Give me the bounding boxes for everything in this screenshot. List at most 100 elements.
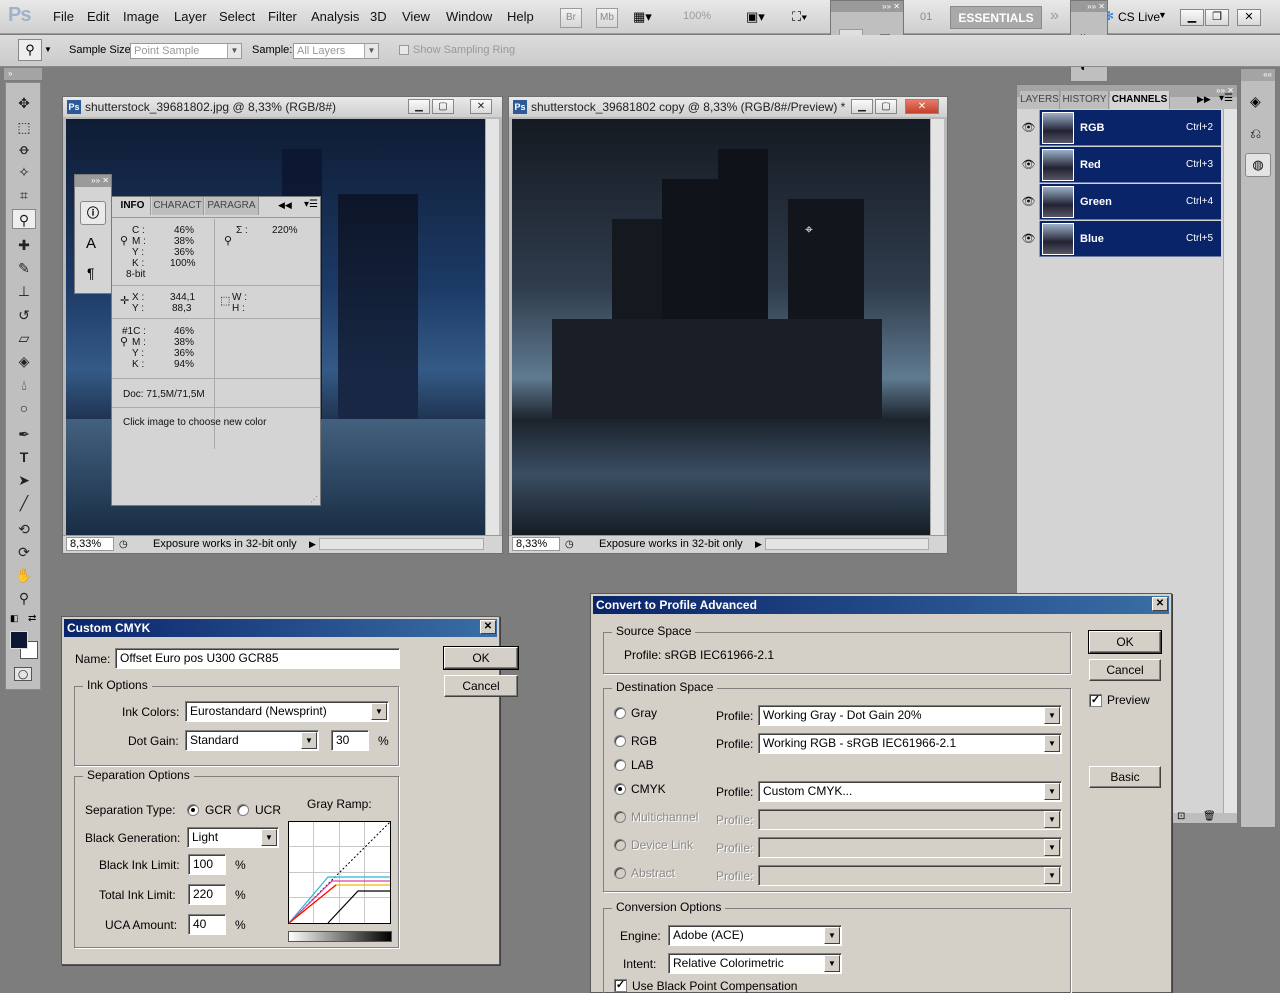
rgb-profile-select[interactable]: Working RGB - sRGB IEC61966-2.1 ▼: [758, 733, 1062, 754]
dot-gain-select[interactable]: Standard ▼: [185, 730, 319, 751]
panel-collapse-icon[interactable]: »» ✕: [1071, 1, 1107, 12]
brush-tool-icon[interactable]: ✎: [12, 258, 36, 278]
doc-close-button[interactable]: ✕: [905, 99, 939, 114]
quick-mask-icon[interactable]: ◯: [14, 667, 32, 681]
clone-stamp-tool-icon[interactable]: ⊥: [12, 281, 36, 301]
eye-icon[interactable]: 👁︎: [1018, 184, 1040, 220]
panel-collapse-arrows-icon[interactable]: ◀◀: [278, 200, 292, 211]
device-link-radio[interactable]: [614, 839, 626, 851]
cmyk-radio[interactable]: [614, 783, 626, 795]
status-menu-arrow-icon[interactable]: ▶: [309, 536, 316, 552]
document-2-vertical-scrollbar[interactable]: [930, 119, 944, 537]
mini-bridge-button[interactable]: Mb: [596, 8, 618, 28]
cancel-button[interactable]: Cancel: [444, 675, 518, 697]
type-tool-icon[interactable]: T: [12, 447, 36, 467]
bridge-button[interactable]: Br: [560, 8, 582, 28]
tab-info[interactable]: INFO: [115, 197, 151, 215]
intent-select[interactable]: Relative Colorimetric ▼: [668, 953, 842, 974]
menu-file[interactable]: File: [53, 9, 74, 24]
abstract-radio[interactable]: [614, 867, 626, 879]
cs-live-menu[interactable]: CS Live: [1118, 10, 1160, 24]
menu-3d[interactable]: 3D: [370, 9, 387, 24]
rgb-radio[interactable]: [614, 735, 626, 747]
doc-maximize-button[interactable]: ▢: [875, 99, 897, 114]
lasso-tool-icon[interactable]: ꝋ: [12, 139, 36, 159]
document-2-zoom[interactable]: 8,33%: [512, 537, 560, 551]
doc-maximize-button[interactable]: ▢: [432, 99, 454, 114]
document-1-vertical-scrollbar[interactable]: [485, 119, 499, 537]
quick-selection-tool-icon[interactable]: ✧: [12, 162, 36, 182]
menu-window[interactable]: Window: [446, 9, 492, 24]
status-menu-arrow-icon[interactable]: ▶: [755, 536, 762, 552]
dodge-tool-icon[interactable]: ○: [12, 398, 36, 418]
history-brush-tool-icon[interactable]: ↺: [12, 305, 36, 325]
doc-minimize-button[interactable]: ▁: [851, 99, 873, 114]
multichannel-radio[interactable]: [614, 811, 626, 823]
move-tool-icon[interactable]: ✥: [12, 93, 36, 113]
3d-orbit-tool-icon[interactable]: ⟳: [12, 542, 36, 562]
restore-button[interactable]: ❐: [1205, 9, 1229, 26]
eye-icon[interactable]: 👁︎: [1018, 221, 1040, 257]
ok-button[interactable]: OK: [1088, 630, 1162, 654]
menu-layer[interactable]: Layer: [174, 9, 207, 24]
foreground-color-swatch[interactable]: [10, 631, 28, 649]
default-colors-icon[interactable]: ◧: [10, 613, 19, 624]
black-ink-limit-field[interactable]: 100: [188, 854, 226, 875]
eyedropper-preset-icon[interactable]: ⚲: [18, 39, 42, 61]
blur-tool-icon[interactable]: 💧︎: [12, 375, 36, 395]
zoom-tool-icon[interactable]: ⚲: [12, 588, 36, 608]
engine-select[interactable]: Adobe (ACE) ▼: [668, 925, 842, 946]
swap-colors-icon[interactable]: ⇄: [28, 613, 36, 624]
workspace-essentials[interactable]: ESSENTIALS: [950, 6, 1042, 29]
tab-character[interactable]: CHARACT: [152, 197, 204, 215]
doc-close-button[interactable]: ✕: [470, 99, 492, 114]
panel-menu-icon[interactable]: ▾☰: [1219, 93, 1233, 104]
menu-view[interactable]: View: [402, 9, 430, 24]
close-icon[interactable]: ✕: [480, 620, 496, 634]
minimize-button[interactable]: ▁: [1180, 9, 1204, 26]
abstract-profile-select[interactable]: ▼: [758, 865, 1062, 886]
document-1-zoom[interactable]: 8,33%: [66, 537, 114, 551]
preview-checkbox[interactable]: ✓: [1089, 694, 1102, 707]
delete-channel-icon[interactable]: 🗑︎: [1203, 811, 1216, 822]
path-selection-tool-icon[interactable]: ➤: [12, 470, 36, 490]
name-field[interactable]: Offset Euro pos U300 GCR85: [115, 648, 400, 669]
tab-history[interactable]: HISTORY: [1061, 91, 1109, 109]
character-icon[interactable]: A: [86, 235, 96, 252]
layers-icon[interactable]: ◈: [1250, 93, 1261, 110]
menu-analysis[interactable]: Analysis: [311, 9, 359, 24]
gray-radio[interactable]: [614, 707, 626, 719]
menu-edit[interactable]: Edit: [87, 9, 109, 24]
crop-tool-icon[interactable]: ⌗: [12, 185, 36, 205]
channel-row-rgb[interactable]: 👁︎ RGB Ctrl+2: [1018, 110, 1221, 146]
panel-collapse-icon[interactable]: ««: [1241, 69, 1275, 81]
menu-select[interactable]: Select: [219, 9, 255, 24]
eraser-tool-icon[interactable]: ▱: [12, 328, 36, 348]
paint-bucket-tool-icon[interactable]: ◈: [12, 351, 36, 371]
cs-live-chevron-icon[interactable]: ▼: [1158, 10, 1167, 20]
tab-channels[interactable]: CHANNELS: [1110, 91, 1170, 109]
total-ink-limit-field[interactable]: 220: [188, 884, 226, 905]
sample-dropdown[interactable]: All Layers ▼: [293, 43, 379, 59]
document-2-horizontal-scrollbar[interactable]: [765, 538, 929, 550]
zoom-level[interactable]: 100%: [683, 10, 711, 22]
status-info-icon[interactable]: ◷: [565, 537, 574, 553]
line-tool-icon[interactable]: ╱: [12, 493, 36, 513]
document-2-canvas[interactable]: ⌖: [512, 119, 930, 537]
resize-grip-icon[interactable]: ⋰: [310, 495, 318, 504]
cancel-button[interactable]: Cancel: [1089, 659, 1161, 681]
gcr-radio[interactable]: [187, 804, 199, 816]
uca-amount-field[interactable]: 40: [188, 914, 226, 935]
eyedropper-tool-icon[interactable]: ⚲: [12, 209, 36, 229]
gray-profile-select[interactable]: Working Gray - Dot Gain 20% ▼: [758, 705, 1062, 726]
healing-brush-tool-icon[interactable]: ✚: [12, 235, 36, 255]
document-1-horizontal-scrollbar[interactable]: [319, 538, 484, 550]
history-icon[interactable]: ⎌: [1250, 125, 1261, 142]
tab-layers[interactable]: LAYERS: [1020, 91, 1060, 109]
close-icon[interactable]: ✕: [1152, 597, 1168, 611]
custom-cmyk-title-bar[interactable]: Custom CMYK: [64, 619, 497, 637]
tab-paragraph[interactable]: PARAGRA: [205, 197, 259, 215]
channel-row-red[interactable]: 👁︎ Red Ctrl+3: [1018, 147, 1221, 183]
dot-gain-number[interactable]: 30: [331, 730, 369, 751]
more-workspaces-icon[interactable]: »: [1050, 7, 1059, 25]
